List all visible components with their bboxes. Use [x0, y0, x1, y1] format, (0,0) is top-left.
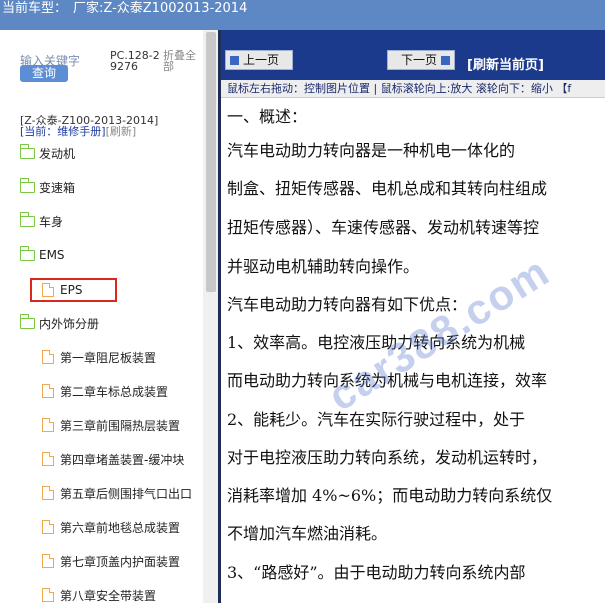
content-line: 对于电控液压助力转向系统，发动机运转时，	[227, 448, 548, 467]
tree-item[interactable]: 第一章阻尼板装置	[42, 346, 156, 368]
tree-item-label: 车身	[39, 214, 64, 229]
breadcrumb: [当前：维修手册][刷新]	[20, 123, 136, 139]
content-line: 2、能耗少。汽车在实际行驶过程中，处于	[227, 410, 526, 429]
tree-item[interactable]: 第五章后侧围排气口出口	[42, 482, 192, 504]
prev-page-button[interactable]: 上一页	[225, 50, 293, 70]
content-line: 3、“路感好”。由于电动助力转向系统内部	[227, 563, 526, 582]
top-title-bar: 当前车型： 厂家:Z-众泰Z1002013-2014	[0, 0, 605, 30]
left-panel: 输入关键字 查询 PC.128-29276 折叠全部 [Z-众泰-Z100-20…	[0, 30, 218, 603]
content-line: 1、效率高。电控液压助力转向系统为机械	[227, 333, 526, 352]
content-line: 不增加汽车燃油消耗。	[227, 524, 388, 543]
content-line: 一、概述：	[227, 107, 308, 126]
tree-item[interactable]: 第二章车标总成装置	[42, 380, 168, 402]
folder-icon	[19, 177, 35, 193]
tree-item-label: 第四章堵盖装置-缓冲块	[60, 452, 185, 467]
tree-item[interactable]: 第六章前地毯总成装置	[42, 516, 180, 538]
tree-item-label: 第二章车标总成装置	[60, 384, 169, 399]
tree-item[interactable]: 第三章前围隔热层装置	[42, 414, 180, 436]
tree-item-label: 第六章前地毯总成装置	[60, 520, 181, 535]
tree-item-label: 第五章后侧围排气口出口	[60, 486, 193, 501]
tree-item-label: 第八章安全带装置	[60, 588, 157, 603]
document-icon	[42, 384, 54, 398]
tree-item-label: 内外饰分册	[39, 316, 100, 331]
refresh-page-link[interactable]: [刷新当前页]	[467, 54, 544, 73]
folder-icon	[19, 245, 35, 261]
scrollbar-thumb[interactable]	[206, 32, 216, 292]
document-icon	[42, 520, 54, 534]
collapse-all-link[interactable]: 折叠全部	[163, 50, 205, 72]
pc-code-text: PC.128-29276	[110, 49, 160, 73]
prev-page-label: 上一页	[243, 53, 280, 67]
hint-bar: 鼠标左右拖动：控制图片位置 | 鼠标滚轮向上:放大 滚轮向下：缩小 【f	[221, 80, 605, 98]
current-model-label: 当前车型：	[2, 1, 68, 16]
content-line: 扭矩传感器）、车速传感器、发动机转速等控	[227, 218, 540, 237]
tree-item[interactable]: 车身	[19, 210, 64, 232]
document-icon	[42, 283, 54, 297]
content-line: 汽车电动助力转向器有如下优点：	[227, 295, 468, 314]
document-icon	[42, 418, 54, 432]
arrow-left-icon	[230, 55, 239, 65]
folder-icon	[19, 211, 35, 227]
left-scrollbar[interactable]	[203, 30, 218, 603]
tree-item[interactable]: 第七章顶盖内护面装置	[42, 550, 180, 572]
breadcrumb-current: [当前：维修手册]	[20, 125, 106, 138]
document-icon	[42, 554, 54, 568]
document-icon	[42, 588, 54, 602]
tree-item[interactable]: EMS	[19, 244, 65, 266]
query-button[interactable]: 查询	[20, 65, 68, 82]
folder-icon	[19, 143, 35, 159]
page-nav-bar: 上一页 下一页 [刷新当前页]	[221, 30, 605, 80]
next-page-label: 下一页	[400, 53, 437, 67]
document-icon	[42, 486, 54, 500]
content-line: 制盒、扭矩传感器、电机总成和其转向柱组成	[227, 179, 548, 198]
content-line: 汽车电动助力转向器是一种机电一体化的	[227, 141, 516, 160]
tree-item[interactable]: 变速箱	[19, 176, 76, 198]
breadcrumb-refresh-link[interactable]: [刷新]	[106, 125, 137, 138]
content-line: 并驱动电机辅助转向操作。	[227, 257, 420, 276]
tree-item-label: 发动机	[39, 146, 76, 161]
tree-item-label: 第七章顶盖内护面装置	[60, 554, 181, 569]
content-line: 而电动助力转向系统为机械与电机连接，效率	[227, 371, 548, 390]
content-line: 消耗率增加 4%~6%；而电动助力转向系统仅	[227, 486, 553, 505]
next-page-button[interactable]: 下一页	[387, 50, 455, 70]
tree-item[interactable]: 第四章堵盖装置-缓冲块	[42, 448, 184, 470]
tree-item[interactable]: 内外饰分册	[19, 312, 100, 334]
tree-item-label: 第三章前围隔热层装置	[60, 418, 181, 433]
current-model-value: 厂家:Z-众泰Z1002013-2014	[73, 1, 248, 16]
tree-item-label: 第一章阻尼板装置	[60, 350, 157, 365]
tree-item[interactable]: 第八章安全带装置	[42, 584, 156, 603]
document-icon	[42, 350, 54, 364]
tree-item-label: 变速箱	[39, 180, 76, 195]
document-icon	[42, 452, 54, 466]
tree-item-label: EMS	[39, 248, 65, 262]
document-content: 一、概述： 汽车电动助力转向器是一种机电一体化的 制盒、扭矩传感器、电机总成和其…	[221, 99, 605, 603]
tree-item[interactable]: 发动机	[19, 142, 76, 164]
tree-item-eps[interactable]: EPS	[42, 279, 82, 301]
tree-item-label: EPS	[60, 283, 83, 297]
arrow-right-icon	[441, 55, 450, 65]
folder-open-icon	[19, 313, 35, 329]
